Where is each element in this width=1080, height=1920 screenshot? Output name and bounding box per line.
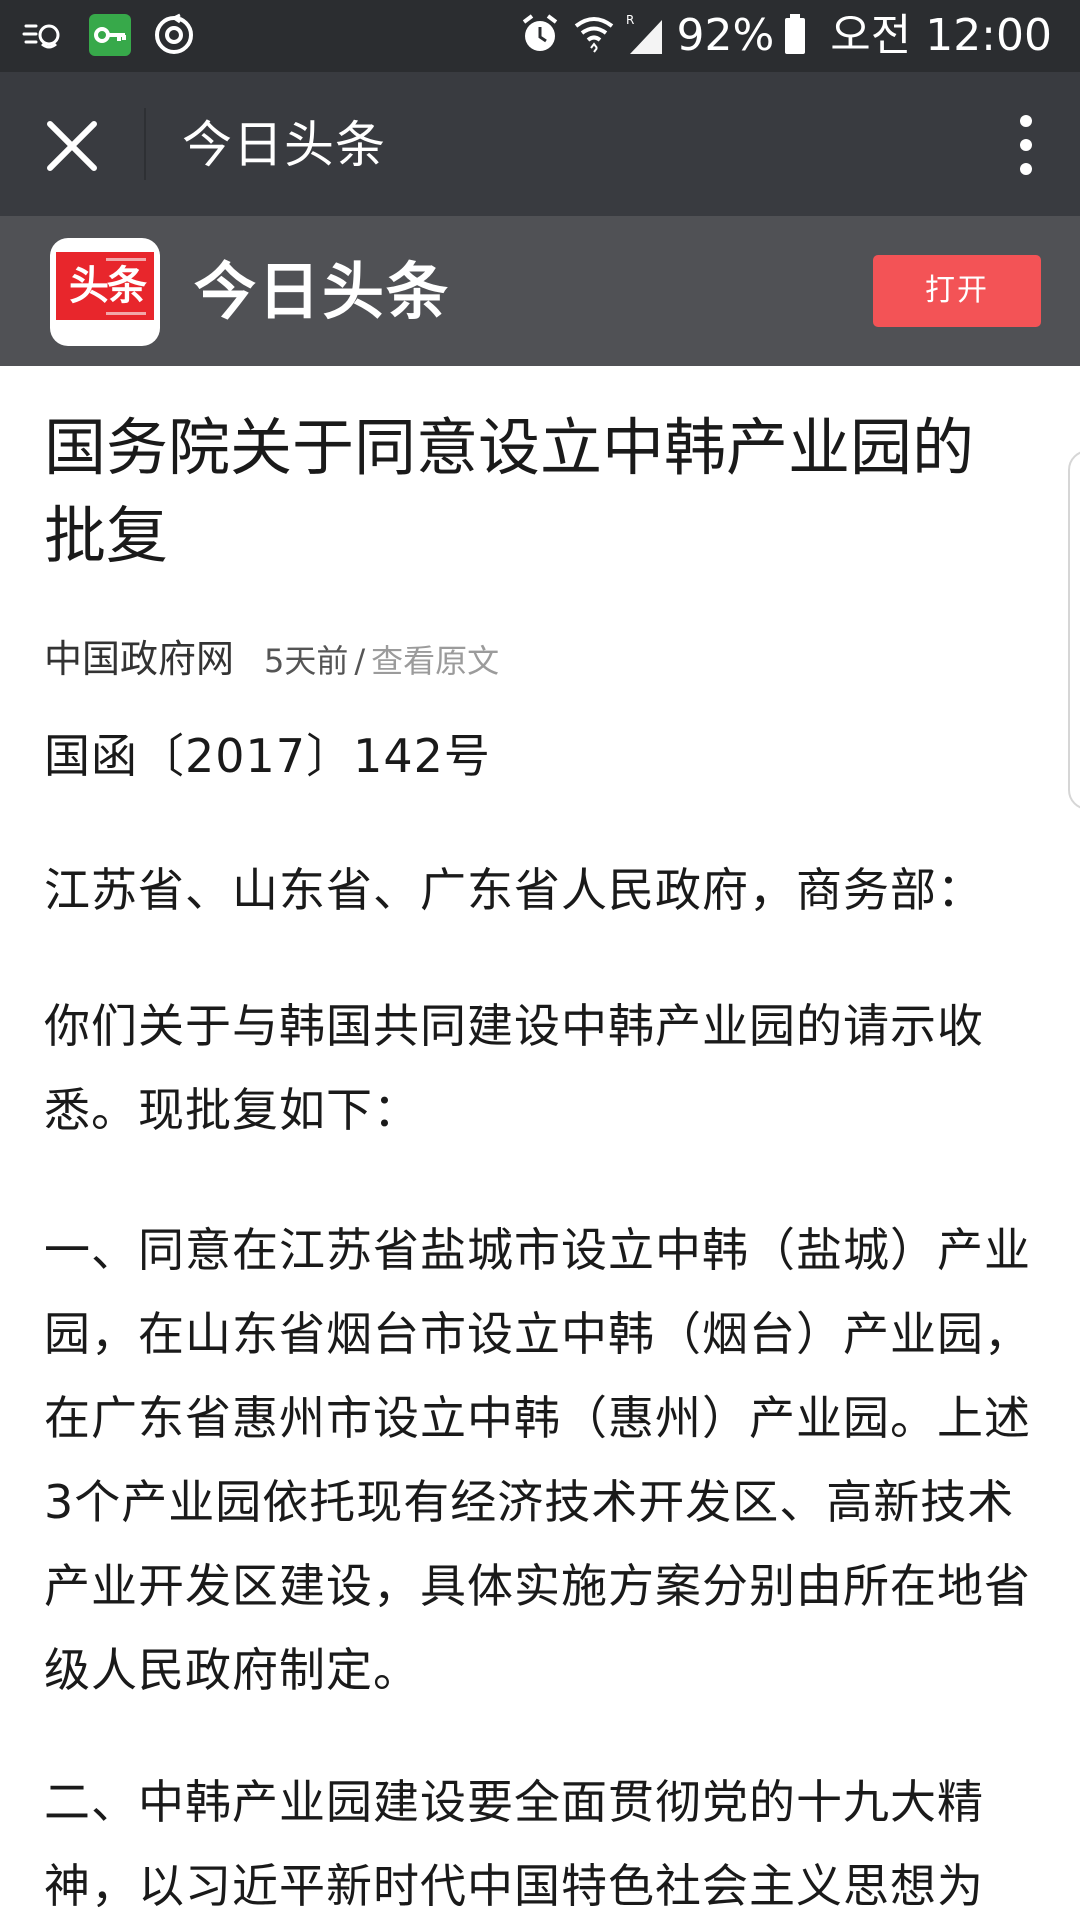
close-icon [47,121,97,171]
document-number: 国函〔2017〕142号 [44,729,491,783]
network-activity-icon [22,12,68,62]
status-clock: 오전 12:00 [830,10,1052,61]
more-vert-icon [1020,115,1032,175]
app-promo-banner: 头条 今日头条 打开 [0,216,1080,366]
item-two-paragraph: 二、中韩产业园建设要全面贯彻党的十九大精神，以习近平新时代中国特色社会主义思想为 [44,1775,984,1913]
article-content: 国务院关于同意设立中韩产业园的批复 中国政府网 5天前 / 查看原文 国函〔20… [0,366,1080,1920]
app-bar-title: 今日头条 [182,116,386,174]
status-right-cluster: R 92% 오전 12:00 [518,8,1052,64]
scroll-edge-handle[interactable] [1068,450,1080,810]
toutiao-logo[interactable]: 头条 [50,238,160,346]
signal-icon: R [626,12,666,60]
article-title: 国务院关于同意设立中韩产业园的批复 [44,411,975,572]
battery-percentage: 92% [676,10,775,61]
alarm-icon [518,12,562,60]
addressees-paragraph: 江苏省、山东省、广东省人民政府，商务部： [44,863,984,917]
intro-paragraph: 你们关于与韩国共同建设中韩产业园的请示收悉。现批复如下： [44,999,984,1137]
article-source: 中国政府网 [44,637,235,681]
app-bar: 今日头条 [0,72,1080,216]
wifi-icon [572,12,616,60]
close-button[interactable] [30,104,114,188]
svg-text:R: R [626,13,634,27]
article-meta: 中国政府网 5天前 / 查看原文 [44,628,499,688]
brand-wordmark: 今日头条 [194,255,451,328]
sync-icon [152,13,196,61]
status-left-icons [22,12,196,62]
logo-text: 头条 [69,263,147,309]
app-bar-divider [144,108,146,180]
more-options-button[interactable] [994,102,1058,188]
item-one-paragraph: 一、同意在江苏省盐城市设立中韩（盐城）产业园，在山东省烟台市设立中韩（烟台）产业… [44,1223,1031,1697]
status-bar: R 92% 오전 12:00 [0,0,1080,72]
logo-stripe [106,312,146,315]
meta-separator: / [354,642,366,680]
vpn-key-icon [88,13,132,61]
open-app-button[interactable]: 打开 [873,255,1041,327]
article-time: 5天前 [264,642,349,680]
battery-icon [784,12,806,60]
view-original-link[interactable]: 查看原文 [371,636,499,682]
